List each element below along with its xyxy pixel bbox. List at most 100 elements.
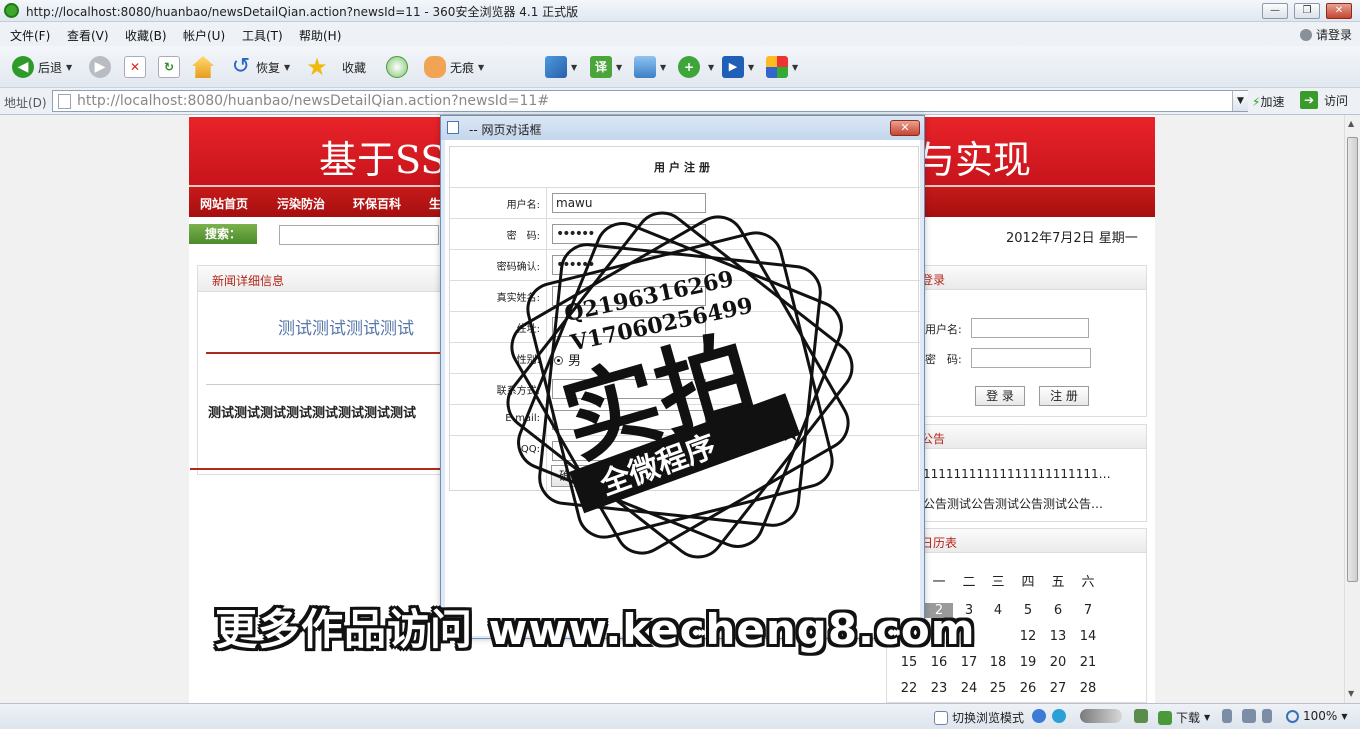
login-password-input[interactable] <box>971 348 1091 368</box>
menu-account[interactable]: 帐户(U) <box>183 27 225 44</box>
news-detail-panel: 新闻详细信息 测试测试测试测试 测试测试测试测试测试测试测试测试 <box>190 265 467 475</box>
menu-view[interactable]: 查看(V) <box>67 27 109 44</box>
window-icon <box>934 710 948 725</box>
calendar-day[interactable]: 28 <box>1074 681 1102 696</box>
menu-help[interactable]: 帮助(H) <box>299 27 341 44</box>
monitor-icon <box>634 56 656 78</box>
calendar-day[interactable]: 7 <box>1074 603 1102 618</box>
login-button[interactable]: 登 录 <box>975 386 1025 406</box>
paw-icon <box>424 56 446 78</box>
calendar-day[interactable]: 25 <box>984 681 1012 696</box>
menu-file[interactable]: 文件(F) <box>10 27 50 44</box>
user-icon <box>1299 29 1312 41</box>
app-box-button[interactable]: ▼ <box>545 55 577 79</box>
form-title: 用户注册 <box>654 161 714 174</box>
addon-button[interactable]: + ▼ <box>678 55 714 79</box>
home-icon <box>192 56 214 78</box>
calendar-day[interactable]: 23 <box>925 681 953 696</box>
address-input[interactable]: http://localhost:8080/huanbao/newsDetail… <box>52 90 1248 112</box>
calendar-weekday: 一 <box>932 575 946 590</box>
minimize-button[interactable]: — <box>1262 3 1288 19</box>
volume-icon[interactable] <box>1262 709 1276 723</box>
calendar-weekday: 四 <box>1021 575 1035 590</box>
sync-button[interactable] <box>386 55 412 79</box>
calendar-day[interactable]: 19 <box>1014 655 1042 670</box>
close-window-button[interactable]: ✕ <box>1326 3 1352 19</box>
refresh-button[interactable]: ↻ <box>158 55 180 79</box>
menu-favorites[interactable]: 收藏(B) <box>125 27 167 44</box>
calendar-day[interactable]: 20 <box>1044 655 1072 670</box>
back-button[interactable]: ◀ 后退 ▼ <box>12 55 72 79</box>
maximize-button[interactable]: ❐ <box>1294 3 1320 19</box>
video-button[interactable]: ▶ ▼ <box>722 55 754 79</box>
calendar-day[interactable]: 5 <box>1014 603 1042 618</box>
screen-icon[interactable] <box>1242 709 1260 723</box>
login-username-input[interactable] <box>971 318 1089 338</box>
nav-pollution[interactable]: 污染防治 <box>277 195 325 212</box>
nav-home[interactable]: 网站首页 <box>200 195 248 212</box>
menu-tools[interactable]: 工具(T) <box>242 27 283 44</box>
calendar-day[interactable]: 24 <box>955 681 983 696</box>
chevron-down-icon[interactable]: ▼ <box>66 63 72 72</box>
browser-toolbar: ◀ 后退 ▼ ▶ ✕ ↻ ↺ 恢复 ▼ ★ 收藏 无痕 ▼ ▼ 译 ▼ ▼ + ▼ ▶ ▼ … <box>0 46 1360 88</box>
notice-item[interactable]: 11111111111111111111111… <box>923 467 1111 481</box>
calendar-day[interactable]: 16 <box>925 655 953 670</box>
address-dropdown-button[interactable]: ▼ <box>1232 91 1248 111</box>
calendar-day[interactable]: 15 <box>895 655 923 670</box>
calendar-day[interactable]: 13 <box>1044 629 1072 644</box>
globe-icon[interactable] <box>1052 709 1070 723</box>
home-button[interactable] <box>192 55 214 79</box>
zoom-control[interactable]: 100% ▼ <box>1286 709 1347 723</box>
search-input[interactable] <box>279 225 439 245</box>
screenshot-button[interactable]: ▼ <box>634 55 666 79</box>
register-button[interactable]: 注 册 <box>1039 386 1089 406</box>
scroll-down-icon[interactable]: ▼ <box>1348 689 1354 698</box>
calendar-day[interactable]: 18 <box>984 655 1012 670</box>
address-label: 地址(D) <box>4 96 47 110</box>
translate-button[interactable]: 译 ▼ <box>590 55 622 79</box>
speedup-button[interactable]: ⚡加速 <box>1252 93 1284 110</box>
calendar-day[interactable]: 4 <box>984 603 1012 618</box>
forward-button[interactable]: ▶ <box>89 55 115 79</box>
address-bar: 地址(D) http://localhost:8080/huanbao/news… <box>0 88 1360 115</box>
scroll-up-icon[interactable]: ▲ <box>1348 119 1354 128</box>
apps-button[interactable]: ▼ <box>766 55 798 79</box>
calendar-day[interactable]: 14 <box>1074 629 1102 644</box>
notice-item[interactable]: 公告测试公告测试公告测试公告… <box>923 495 1103 512</box>
calendar-panel-header: 日历表 <box>887 529 1146 553</box>
switch-mode-button[interactable]: 切换浏览模式 <box>934 709 1024 726</box>
notice-panel-header: 公告 <box>887 425 1146 449</box>
forward-arrow-icon: ▶ <box>89 56 111 78</box>
incognito-button[interactable]: 无痕 ▼ <box>424 55 484 79</box>
calendar-day[interactable]: 22 <box>895 681 923 696</box>
back-arrow-icon: ◀ <box>12 56 34 78</box>
ie-mode-icon[interactable] <box>1032 709 1050 723</box>
calendar-day[interactable]: 26 <box>1014 681 1042 696</box>
restore-button[interactable]: ↺ 恢复 ▼ <box>230 55 290 79</box>
calendar-day[interactable]: 12 <box>1014 629 1042 644</box>
dialog-title: -- 网页对话框 <box>469 123 542 137</box>
star-icon: ★ <box>306 53 328 81</box>
calendar-weekday: 三 <box>991 575 1005 590</box>
visit-button[interactable]: ➔ 访问 <box>1300 91 1348 109</box>
dialog-close-button[interactable]: ✕ <box>890 120 920 136</box>
calendar-day[interactable]: 6 <box>1044 603 1072 618</box>
page-icon <box>447 121 459 134</box>
nav-encyclopedia[interactable]: 环保百科 <box>353 195 401 212</box>
page-scrollbar[interactable]: ▲ ▼ <box>1344 115 1360 703</box>
chevron-down-icon[interactable]: ▼ <box>284 63 290 72</box>
chevron-down-icon[interactable]: ▼ <box>478 63 484 72</box>
login-password-label: 密 码: <box>925 353 962 366</box>
download-button[interactable]: 下载 ▼ <box>1158 709 1210 726</box>
toggle-icon[interactable] <box>1080 709 1126 723</box>
phone-icon[interactable] <box>1222 709 1236 723</box>
network-icon[interactable] <box>1134 709 1152 723</box>
calendar-day[interactable]: 17 <box>955 655 983 670</box>
calendar-day[interactable]: 27 <box>1044 681 1072 696</box>
undo-icon: ↺ <box>231 54 251 79</box>
calendar-day[interactable]: 21 <box>1074 655 1102 670</box>
login-link[interactable]: 请登录 <box>1299 26 1352 43</box>
favorites-button[interactable]: ★ 收藏 <box>306 55 366 79</box>
scrollbar-thumb[interactable] <box>1347 137 1358 582</box>
stop-button[interactable]: ✕ <box>124 55 146 79</box>
